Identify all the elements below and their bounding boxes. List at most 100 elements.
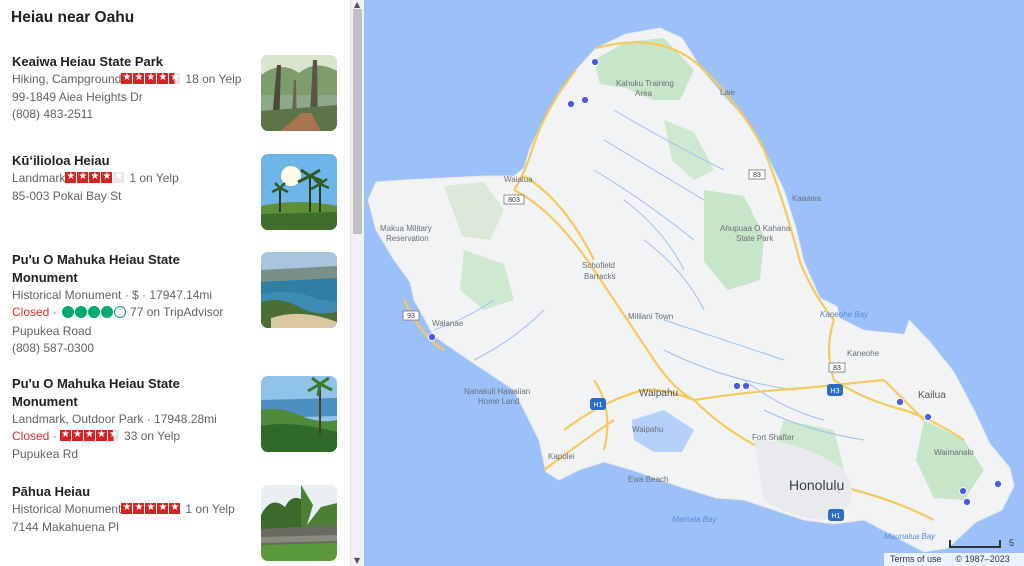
map-label: Waipahu [639, 388, 678, 399]
status-separator: · [49, 429, 61, 443]
star-icon [145, 501, 157, 514]
map-label: Laie [720, 88, 736, 97]
yelp-rating-stars [121, 501, 181, 519]
star-icon [60, 428, 72, 441]
star-icon [65, 170, 77, 183]
map-pin [733, 382, 741, 390]
bubble-icon [75, 306, 88, 318]
scroll-up-arrow-icon[interactable]: ▲ [354, 1, 360, 9]
review-count: 1 on Yelp [185, 502, 235, 516]
review-count: 77 on TripAdvisor [130, 305, 224, 319]
route-shield: 83 [753, 172, 761, 179]
map-label: Ahupuaa O Kahana [720, 224, 791, 233]
list-item[interactable]: Pāhua Heiau Historical Monument 1 on Yelp… [0, 483, 350, 566]
star-icon [121, 501, 133, 514]
bubble-icon [62, 306, 75, 318]
place-name-line1[interactable]: Pu'u O Mahuka Heiau State [12, 375, 248, 393]
map-pin [959, 487, 967, 495]
map-label: Fort Shafter [752, 433, 795, 442]
star-icon [84, 428, 96, 441]
map-label: Kaneohe [847, 349, 880, 358]
map-pin [581, 96, 589, 104]
place-name-line2[interactable]: Monument [12, 269, 248, 287]
scrollbar-thumb[interactable] [353, 9, 362, 234]
place-phone[interactable]: (808) 483-2511 [12, 106, 248, 123]
place-phone[interactable]: (808) 587-0300 [12, 340, 248, 357]
map-pin [963, 498, 971, 506]
map-label: Reservation [386, 234, 429, 243]
map-pin [742, 382, 750, 390]
map-label: Kapolei [548, 452, 575, 461]
copyright-text: © 1987–2023 [955, 554, 1010, 564]
star-icon [157, 71, 169, 84]
yelp-rating-stars [65, 170, 125, 188]
star-icon [72, 428, 84, 441]
map-scale-bar [949, 540, 1001, 548]
bubble-icon [101, 306, 114, 318]
status-closed: Closed [12, 305, 50, 319]
list-item[interactable]: Keaiwa Heiau State Park Hiking, Campgrou… [0, 53, 350, 141]
forest-photo[interactable] [261, 55, 337, 131]
star-icon [145, 71, 157, 84]
star-icon [89, 170, 101, 183]
map-pin [591, 58, 599, 66]
place-name-line2[interactable]: Monument [12, 393, 248, 411]
map-pin [924, 413, 932, 421]
map-label: Kahuku Training [616, 79, 674, 88]
route-shield: H1 [594, 402, 603, 409]
map-label: Schofield [582, 261, 615, 270]
place-category: Historical Monument · $ · 17947.14mi [12, 288, 213, 302]
map-label: Home Land [478, 397, 519, 406]
map-label: Ewa Beach [628, 475, 668, 484]
review-count: 1 on Yelp [129, 171, 179, 185]
route-shield: 803 [508, 197, 520, 204]
ruins-photo[interactable] [261, 485, 337, 561]
place-address: Pupukea Rd [12, 447, 79, 461]
map-footer: Terms of use © 1987–2023 [884, 553, 1024, 566]
place-address: 99-1849 Aiea Heights Dr [12, 90, 143, 104]
half-star-icon [108, 428, 120, 441]
star-icon [77, 170, 89, 183]
map-label: Mililani Town [628, 312, 673, 321]
place-category: Landmark, Outdoor Park · 17948.28mi [12, 412, 217, 426]
coast-bay-photo[interactable] [261, 252, 337, 328]
map-label: Mamala Bay [672, 515, 717, 524]
map-label: Kaaawa [792, 194, 821, 203]
star-icon [121, 71, 133, 84]
green-coast-photo[interactable] [261, 376, 337, 452]
place-name[interactable]: Pāhua Heiau [12, 483, 248, 501]
bubble-icon [88, 306, 101, 318]
place-category: Landmark [12, 171, 66, 185]
map-label: Honolulu [789, 477, 844, 493]
status-closed: Closed [12, 429, 50, 443]
place-name[interactable]: Keaiwa Heiau State Park [12, 53, 248, 71]
star-icon [133, 71, 145, 84]
results-panel: Heiau near Oahu Keaiwa Heiau State Park … [0, 0, 350, 566]
star-icon [169, 501, 181, 514]
place-name-line1[interactable]: Pu'u O Mahuka Heiau State [12, 251, 248, 269]
route-shield: H1 [832, 513, 841, 520]
map-label: Makua Military [380, 224, 432, 233]
star-icon [157, 501, 169, 514]
map-label: Kailua [918, 390, 946, 401]
map-scale-text: 5 [1009, 538, 1015, 548]
list-item[interactable]: Kūʻilioloa Heiau Landmark 1 on Yelp 85-00… [0, 152, 350, 242]
map-label: Waialua [504, 175, 533, 184]
empty-star-icon [113, 170, 125, 183]
half-star-icon [169, 71, 181, 84]
map-label: State Park [736, 234, 774, 243]
palm-beach-photo[interactable] [261, 154, 337, 230]
star-icon [133, 501, 145, 514]
place-name[interactable]: Kūʻilioloa Heiau [12, 152, 248, 170]
route-shield: 83 [833, 365, 841, 372]
map-canvas[interactable]: Kahuku Training Area Laie Waialua Kaaawa… [364, 0, 1024, 566]
list-item[interactable]: Pu'u O Mahuka Heiau State Monument Histo… [0, 251, 350, 366]
scroll-down-arrow-icon[interactable]: ▼ [354, 557, 360, 565]
place-category: Hiking, Campground [12, 72, 122, 86]
terms-link[interactable]: Terms of use [890, 554, 942, 564]
place-category: Historical Monument [12, 502, 122, 516]
map-pin [994, 480, 1002, 488]
panel-scrollbar[interactable]: ▲ ▼ [350, 0, 364, 566]
list-item[interactable]: Pu'u O Mahuka Heiau State Monument Landm… [0, 375, 350, 475]
map-view[interactable]: Kahuku Training Area Laie Waialua Kaaawa… [364, 0, 1024, 566]
